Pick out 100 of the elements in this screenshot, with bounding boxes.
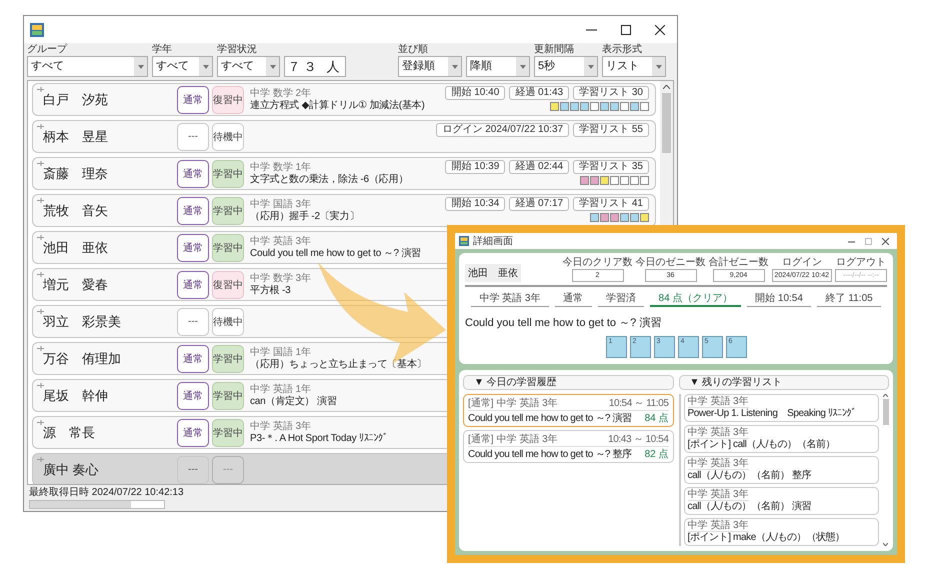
dropdown[interactable]: 降順 (466, 56, 530, 77)
subject-label: 中学 国語 1年 (250, 346, 312, 358)
subject-label: 中学 国語 3年 (250, 198, 312, 210)
section-header[interactable]: ▼ 残りの学習リスト (678, 375, 889, 390)
mode-button[interactable]: 通常 (177, 86, 209, 114)
status-button[interactable]: 学習中 (212, 196, 244, 224)
close-icon[interactable] (655, 24, 665, 34)
subject-label: 中学 英語 3年 (688, 458, 749, 470)
caret-icon (270, 64, 276, 68)
student-name: 斎藤 理奈 (43, 164, 109, 182)
app-icon (459, 236, 469, 246)
lesson-title: 連立方程式 ◆計算ドリル① 加減法(基本) (250, 98, 425, 112)
mode-button[interactable]: 通常 (177, 344, 209, 372)
info-field: 学習済 (598, 293, 644, 307)
pin-icon (37, 346, 44, 351)
info-field: 84 点（クリア） (650, 293, 741, 307)
subject-label: 中学 数学 2年 (250, 88, 312, 98)
subject-label: 中学 英語 3年 (688, 520, 749, 532)
info-field: 通常 (554, 293, 592, 307)
stat-label: ログイン (782, 257, 822, 269)
mode-button[interactable]: 通常 (177, 160, 209, 188)
pin-icon (37, 457, 44, 462)
pin-icon (37, 235, 44, 240)
mode-tag: [通常] (468, 434, 494, 445)
lesson-item[interactable]: 中学 英語 3年 [ポイント] make（人/もの）（状態） (684, 518, 879, 546)
student-name: 池田 亜依 (43, 238, 109, 256)
dropdown[interactable]: 5秒 (534, 56, 598, 77)
filter-label: 並び順 (398, 44, 429, 56)
status-button[interactable]: 学習中 (212, 234, 244, 262)
pin-icon (37, 124, 44, 129)
app-icon (30, 22, 44, 36)
mode-button[interactable]: 通常 (177, 418, 209, 446)
lesson-title: 文字式と数の乗法，除法 -6（応用） (250, 172, 408, 186)
student-name: 白戸 汐苑 (43, 90, 109, 108)
info-chip: 経過 01:43 (509, 86, 570, 100)
filter-label: グループ (27, 44, 68, 56)
subject-label: 中学 英語 3年 (688, 427, 749, 439)
status-button[interactable]: 学習中 (212, 382, 244, 410)
scroll-thumb[interactable] (882, 399, 888, 425)
mode-tag: [通常] (468, 398, 494, 409)
close-icon[interactable] (882, 238, 889, 244)
mode-button[interactable]: --- (177, 308, 209, 336)
info-chip: 学習リスト 35 (573, 160, 649, 174)
stat-label: 合計ゼニー数 (708, 257, 768, 269)
dropdown[interactable]: 登録順 (398, 56, 462, 77)
mode-button[interactable]: 通常 (177, 196, 209, 224)
student-name: 池田 亜依 (465, 264, 521, 282)
status-button[interactable]: 待機中 (212, 308, 244, 336)
maximize-icon[interactable] (621, 24, 631, 34)
mode-button[interactable]: --- (177, 122, 209, 150)
lesson-item[interactable]: 中学 英語 3年 [ポイント] call（人/もの）（名前） (684, 425, 879, 453)
status-button[interactable]: 学習中 (212, 160, 244, 188)
mode-button[interactable]: 通常 (177, 234, 209, 262)
lesson-item[interactable]: 中学 英語 3年 call（人/もの）（名前） 整序 (684, 456, 879, 484)
info-chip: 学習リスト 41 (573, 197, 649, 211)
student-name: 荒牧 音矢 (43, 202, 109, 220)
info-chip: 開始 10:40 (445, 86, 506, 100)
subject-label: 中学 数学 3年 (250, 272, 312, 284)
scroll-up-icon[interactable] (883, 394, 888, 397)
pin-icon (37, 420, 44, 425)
lesson-title: P3-＊. A Hot Sport Today ﾘｽﾆﾝｸﾞ (250, 432, 388, 444)
info-chip: 開始 10:34 (445, 197, 506, 211)
stat-label: ログアウト (836, 257, 886, 269)
status-button[interactable]: 復習中 (212, 86, 244, 114)
pin-icon (37, 161, 44, 166)
caret-icon (588, 64, 594, 68)
status-button[interactable]: 学習中 (212, 344, 244, 372)
filter-label: 学年 (152, 44, 173, 56)
history-item[interactable]: [通常] 中学 英語 3年 10:54 ～ 11:05 Could you tell me how to get to ～? 演習 84 点 (463, 394, 674, 427)
lesson-item[interactable]: 中学 英語 3年 call（人/もの）（名前） 演習 (684, 487, 879, 515)
scroll-up-icon[interactable] (663, 85, 670, 89)
lesson-item[interactable]: 中学 英語 3年 Power-Up 1. Listening Speaking ﾘｽﾆﾝｸﾞ (684, 394, 879, 422)
section-header[interactable]: ▼ 今日の学習履歴 (463, 375, 674, 390)
scroll-down-icon[interactable] (883, 543, 888, 546)
status-button[interactable]: 待機中 (212, 122, 244, 150)
caret-icon (452, 64, 458, 68)
lesson-title: Could you tell me how to get to ～? 演習 (250, 246, 422, 260)
caret-icon (656, 64, 662, 68)
dropdown[interactable]: すべて (152, 56, 213, 77)
dropdown[interactable]: リスト (602, 56, 666, 77)
caret-icon (202, 64, 208, 68)
pin-icon (37, 309, 44, 314)
status-button[interactable]: 復習中 (212, 270, 244, 298)
mode-button[interactable]: 通常 (177, 382, 209, 410)
subject-label: 中学 英語 3年 (250, 236, 312, 246)
student-row[interactable]: 柄本 昱星 --- 待機中 ログイン 2024/07/22 10:37 学習リスト 55 (32, 120, 656, 153)
history-item[interactable]: [通常] 中学 英語 3年 10:43 ～ 10:54 Could you tell me how to get to ～? 整序 82 点 (463, 430, 674, 463)
student-name: 羽立 彩景美 (43, 312, 122, 330)
status-button[interactable]: 学習中 (212, 418, 244, 446)
dropdown[interactable]: すべて (27, 56, 148, 77)
lesson-title: can（肯定文） 演習 (250, 394, 337, 408)
info-field: 中学 英語 3年 (471, 293, 549, 307)
lesson-title: Could you tell me how to get to ～? 演習 (468, 413, 632, 425)
dropdown[interactable]: すべて (217, 56, 280, 77)
filter-label: 更新間隔 (534, 44, 575, 56)
mode-button[interactable]: 通常 (177, 270, 209, 298)
subject-label: 中学 英語 3年 (496, 398, 558, 409)
student-name: 源 常長 (43, 424, 96, 442)
caret-icon (520, 64, 526, 68)
subject-label: 中学 英語 1年 (250, 384, 312, 394)
